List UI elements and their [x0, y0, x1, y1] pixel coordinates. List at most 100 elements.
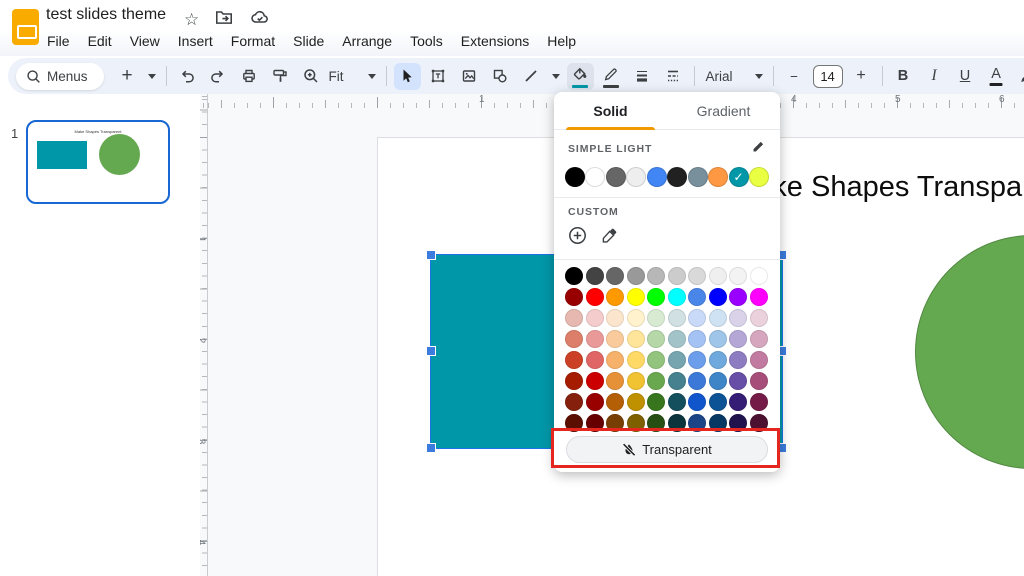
palette-swatch[interactable]: [688, 267, 706, 285]
theme-color-swatch[interactable]: [667, 167, 688, 187]
palette-swatch[interactable]: [729, 372, 747, 390]
insert-dropdown-caret[interactable]: [147, 73, 156, 79]
palette-swatch[interactable]: [708, 309, 727, 327]
palette-swatch[interactable]: [647, 267, 665, 285]
palette-swatch[interactable]: [606, 267, 624, 285]
palette-swatch[interactable]: [647, 393, 665, 411]
palette-swatch[interactable]: [565, 393, 583, 411]
theme-color-swatch[interactable]: [748, 167, 769, 187]
menu-slide[interactable]: Slide: [284, 30, 333, 52]
menu-insert[interactable]: Insert: [169, 30, 222, 52]
palette-swatch[interactable]: [565, 309, 583, 327]
palette-swatch[interactable]: [626, 351, 645, 369]
palette-swatch[interactable]: [729, 267, 747, 285]
palette-swatch[interactable]: [729, 351, 747, 369]
eyedropper-button[interactable]: [600, 226, 619, 250]
cloud-status-icon[interactable]: [249, 7, 270, 32]
menu-extensions[interactable]: Extensions: [452, 30, 538, 52]
palette-swatch[interactable]: [606, 288, 624, 306]
search-menus-button[interactable]: Menus: [16, 62, 104, 90]
palette-swatch[interactable]: [626, 267, 645, 285]
palette-swatch[interactable]: [688, 351, 706, 369]
undo-button[interactable]: [174, 63, 201, 90]
palette-swatch[interactable]: [626, 372, 645, 390]
star-icon[interactable]: ☆: [184, 10, 199, 30]
palette-swatch[interactable]: [565, 351, 583, 369]
palette-swatch[interactable]: [749, 267, 768, 285]
bold-button[interactable]: B: [890, 63, 917, 90]
menu-edit[interactable]: Edit: [79, 30, 121, 52]
zoom-fit-label[interactable]: Fit: [329, 69, 344, 84]
palette-swatch[interactable]: [626, 330, 645, 348]
text-color-button[interactable]: A: [983, 63, 1010, 90]
palette-swatch[interactable]: [606, 330, 624, 348]
palette-swatch[interactable]: [647, 372, 665, 390]
selection-handle-w[interactable]: [427, 347, 435, 355]
insert-shape-button[interactable]: [487, 63, 514, 90]
tab-solid[interactable]: Solid: [554, 92, 667, 130]
palette-swatch[interactable]: [585, 393, 604, 411]
palette-swatch[interactable]: [626, 309, 645, 327]
redo-button[interactable]: [205, 63, 232, 90]
palette-swatch[interactable]: [708, 372, 727, 390]
palette-swatch[interactable]: [667, 309, 686, 327]
menu-format[interactable]: Format: [222, 30, 284, 52]
line-dropdown-caret[interactable]: [551, 73, 560, 79]
fill-color-button[interactable]: [566, 62, 594, 90]
palette-swatch[interactable]: [585, 288, 604, 306]
italic-button[interactable]: I: [921, 63, 948, 90]
palette-swatch[interactable]: [565, 372, 583, 390]
palette-swatch[interactable]: [667, 393, 686, 411]
border-color-button[interactable]: [598, 63, 625, 90]
decrease-font-size-button[interactable]: −: [781, 63, 808, 90]
palette-swatch[interactable]: [606, 351, 624, 369]
menu-arrange[interactable]: Arrange: [333, 30, 401, 52]
palette-swatch[interactable]: [647, 330, 665, 348]
palette-swatch[interactable]: [688, 288, 706, 306]
menu-view[interactable]: View: [121, 30, 169, 52]
menu-tools[interactable]: Tools: [401, 30, 452, 52]
tab-gradient[interactable]: Gradient: [667, 92, 780, 129]
text-box-button[interactable]: [425, 63, 452, 90]
menu-file[interactable]: File: [38, 30, 79, 52]
palette-swatch[interactable]: [565, 267, 583, 285]
palette-swatch[interactable]: [708, 267, 727, 285]
underline-button[interactable]: U: [952, 63, 979, 90]
palette-swatch[interactable]: [729, 330, 747, 348]
palette-swatch[interactable]: [749, 288, 768, 306]
palette-swatch[interactable]: [647, 288, 665, 306]
document-title[interactable]: test slides theme: [46, 6, 166, 24]
theme-color-swatch[interactable]: [646, 167, 667, 187]
palette-swatch[interactable]: [708, 288, 727, 306]
palette-swatch[interactable]: [667, 330, 686, 348]
palette-swatch[interactable]: [667, 351, 686, 369]
palette-swatch[interactable]: [647, 309, 665, 327]
add-custom-color-button[interactable]: [567, 225, 588, 251]
palette-swatch[interactable]: [647, 351, 665, 369]
palette-swatch[interactable]: [749, 309, 768, 327]
palette-swatch[interactable]: [565, 288, 583, 306]
slides-app-icon[interactable]: [12, 9, 39, 45]
palette-swatch[interactable]: [626, 393, 645, 411]
palette-swatch[interactable]: [729, 309, 747, 327]
palette-swatch[interactable]: [688, 309, 706, 327]
print-button[interactable]: [236, 63, 263, 90]
insert-plus-button[interactable]: +: [114, 63, 141, 90]
palette-swatch[interactable]: [606, 309, 624, 327]
theme-color-swatch[interactable]: [585, 167, 606, 187]
palette-swatch[interactable]: [729, 288, 747, 306]
selection-handle-nw[interactable]: [427, 251, 435, 259]
theme-color-swatch[interactable]: [565, 167, 585, 187]
palette-swatch[interactable]: [626, 288, 645, 306]
palette-swatch[interactable]: [585, 309, 604, 327]
border-weight-button[interactable]: [629, 63, 656, 90]
palette-swatch[interactable]: [565, 330, 583, 348]
selection-handle-sw[interactable]: [427, 444, 435, 452]
font-dropdown-caret[interactable]: [754, 73, 763, 79]
palette-swatch[interactable]: [749, 330, 768, 348]
zoom-dropdown-caret[interactable]: [367, 73, 376, 79]
palette-swatch[interactable]: [749, 351, 768, 369]
palette-swatch[interactable]: [688, 393, 706, 411]
theme-color-swatch[interactable]: ✓: [728, 167, 749, 187]
palette-swatch[interactable]: [606, 372, 624, 390]
